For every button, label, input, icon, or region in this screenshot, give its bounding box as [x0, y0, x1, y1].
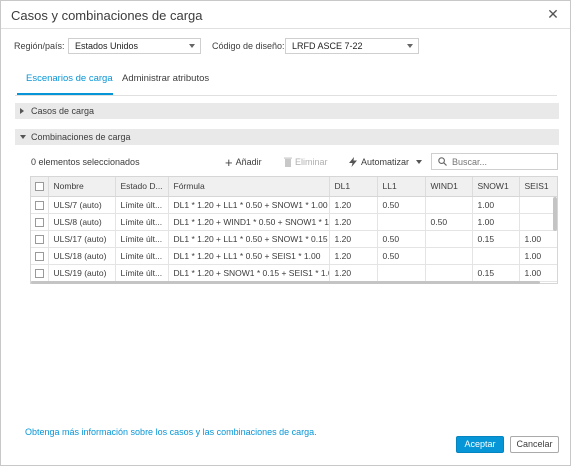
tabs-divider [15, 95, 557, 96]
chevron-down-icon [20, 135, 26, 139]
search-icon [438, 157, 447, 166]
automate-button-label: Automatizar [361, 157, 410, 167]
title-divider [1, 28, 570, 29]
tab-manage-attributes[interactable]: Administrar atributos [122, 73, 209, 84]
table-cell [377, 213, 426, 231]
automate-button[interactable]: Automatizar [348, 157, 423, 167]
table-cell: ULS/19 (auto) [48, 264, 116, 282]
table-row[interactable]: ULS/7 (auto) Límite últ... DL1 * 1.20 + … [31, 196, 557, 214]
column-header[interactable]: SEIS1 [519, 177, 557, 197]
search-input[interactable] [452, 156, 552, 167]
design-code-label: Código de diseño: [212, 41, 285, 51]
table-cell: Límite últ... [115, 196, 169, 214]
table-cell: 1.00 [519, 264, 557, 282]
load-cases-dialog: Casos y combinaciones de carga ✕ Región/… [0, 0, 571, 466]
table-cell: 0.50 [425, 213, 473, 231]
table-cell: 1.00 [472, 213, 520, 231]
section-load-combinations[interactable]: Combinaciones de carga [15, 129, 559, 145]
section-load-cases[interactable]: Casos de carga [15, 103, 559, 119]
row-checkbox[interactable] [35, 217, 44, 227]
table-cell [472, 247, 520, 265]
table-cell: Límite últ... [115, 230, 169, 248]
table-cell: 1.20 [329, 196, 378, 214]
vertical-scrollbar[interactable] [553, 197, 557, 231]
column-header[interactable]: Nombre [48, 177, 116, 197]
table-cell [425, 230, 473, 248]
table-cell: 1.20 [329, 264, 378, 282]
chevron-right-icon [20, 108, 24, 114]
column-header[interactable]: DL1 [329, 177, 378, 197]
info-link[interactable]: Obtenga más información sobre los casos … [25, 427, 317, 437]
design-code-select[interactable]: LRFD ASCE 7-22 [285, 38, 419, 54]
region-select[interactable]: Estados Unidos [68, 38, 201, 54]
row-checkbox[interactable] [35, 268, 44, 278]
table-cell: ULS/8 (auto) [48, 213, 116, 231]
table-row[interactable]: ULS/19 (auto) Límite últ... DL1 * 1.20 +… [31, 264, 557, 282]
table-cell: DL1 * 1.20 + LL1 * 0.50 + SNOW1 * 1.00 [168, 196, 330, 214]
table-cell: 1.20 [329, 213, 378, 231]
column-header[interactable]: LL1 [377, 177, 426, 197]
table-cell: 0.50 [377, 247, 426, 265]
table-cell: 0.15 [472, 230, 520, 248]
table-row[interactable]: ULS/8 (auto) Límite últ... DL1 * 1.20 + … [31, 213, 557, 231]
table-cell [425, 264, 473, 282]
horizontal-scrollbar[interactable] [31, 281, 540, 284]
table-cell: 0.50 [377, 230, 426, 248]
table-cell [425, 247, 473, 265]
table-cell: DL1 * 1.20 + SNOW1 * 0.15 + SEIS1 * 1.00 [168, 264, 330, 282]
table-cell: ULS/7 (auto) [48, 196, 116, 214]
trash-icon [284, 157, 292, 167]
table-cell: Límite últ... [115, 247, 169, 265]
selection-count: 0 elementos seleccionados [31, 157, 140, 167]
table-cell: DL1 * 1.20 + LL1 * 0.50 + SNOW1 * 0.15 .… [168, 230, 330, 248]
table-cell: ULS/17 (auto) [48, 230, 116, 248]
section-load-cases-label: Casos de carga [31, 106, 95, 116]
design-code-select-value: LRFD ASCE 7-22 [292, 41, 363, 51]
table-cell: 1.20 [329, 247, 378, 265]
select-all-checkbox[interactable] [35, 182, 44, 192]
table-cell [377, 264, 426, 282]
dialog-title: Casos y combinaciones de carga [11, 8, 203, 23]
accept-button[interactable]: Aceptar [456, 436, 504, 453]
combinations-table: Nombre Estado D... Fórmula DL1 LL1 WIND1… [30, 176, 558, 284]
add-button-label: Añadir [235, 157, 262, 167]
row-checkbox[interactable] [35, 200, 44, 210]
add-button[interactable]: + Añadir [225, 154, 262, 170]
table-cell: 1.00 [472, 196, 520, 214]
table-row[interactable]: ULS/17 (auto) Límite últ... DL1 * 1.20 +… [31, 230, 557, 248]
chevron-down-icon [416, 160, 423, 164]
section-load-combinations-label: Combinaciones de carga [31, 132, 131, 142]
table-cell [425, 196, 473, 214]
column-header[interactable]: WIND1 [425, 177, 473, 197]
column-header[interactable]: Fórmula [168, 177, 330, 197]
table-cell: 1.20 [329, 230, 378, 248]
region-select-value: Estados Unidos [75, 41, 139, 51]
table-cell: Límite últ... [115, 213, 169, 231]
table-cell: 0.15 [472, 264, 520, 282]
column-header[interactable]: Estado D... [115, 177, 169, 197]
row-checkbox[interactable] [35, 234, 44, 244]
table-cell: DL1 * 1.20 + LL1 * 0.50 + SEIS1 * 1.00 [168, 247, 330, 265]
table-cell: 0.50 [377, 196, 426, 214]
table-cell: 1.00 [519, 247, 557, 265]
table-cell: ULS/18 (auto) [48, 247, 116, 265]
table-cell: Límite últ... [115, 264, 169, 282]
table-row[interactable]: ULS/18 (auto) Límite últ... DL1 * 1.20 +… [31, 247, 557, 265]
column-header[interactable]: SNOW1 [472, 177, 520, 197]
table-cell: DL1 * 1.20 + WIND1 * 0.50 + SNOW1 * 1... [168, 213, 330, 231]
table-cell: 1.00 [519, 230, 557, 248]
row-checkbox[interactable] [35, 251, 44, 261]
table-header-row: Nombre Estado D... Fórmula DL1 LL1 WIND1… [31, 177, 557, 197]
chevron-down-icon [407, 44, 413, 48]
chevron-down-icon [189, 44, 195, 48]
delete-button-label: Eliminar [295, 157, 328, 167]
cancel-button[interactable]: Cancelar [510, 436, 559, 453]
close-icon[interactable]: ✕ [546, 7, 560, 21]
tab-load-scenarios[interactable]: Escenarios de carga [26, 73, 113, 84]
plus-icon: + [225, 154, 233, 170]
region-label: Región/país: [14, 41, 65, 51]
search-box[interactable] [431, 153, 558, 170]
delete-button[interactable]: Eliminar [284, 157, 328, 167]
lightning-icon [349, 157, 357, 167]
